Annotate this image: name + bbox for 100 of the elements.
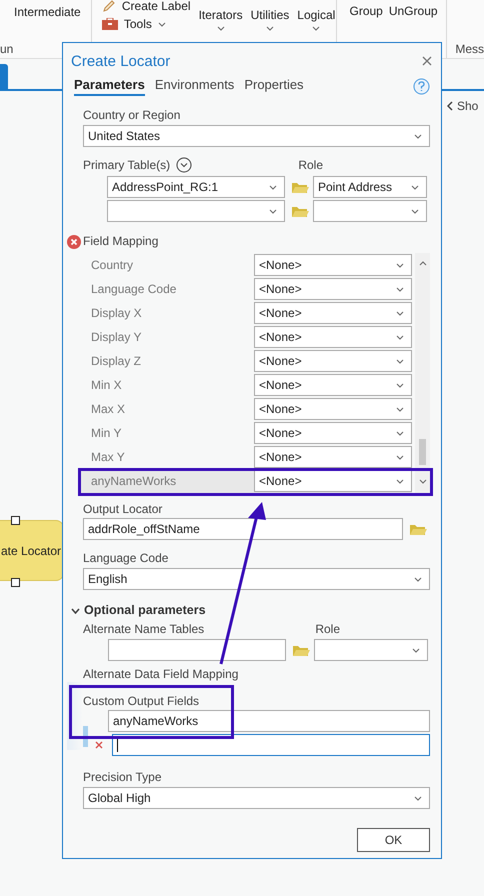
chevron-down-icon[interactable] <box>71 608 80 614</box>
field-select[interactable]: <None> <box>254 326 412 348</box>
chevron-left-icon[interactable] <box>447 101 453 111</box>
chevron-down-icon <box>396 478 404 484</box>
precision-select[interactable]: Global High <box>83 787 430 809</box>
field-select[interactable]: <None> <box>254 350 412 372</box>
output-locator-field[interactable]: addrRole_offStName <box>83 518 403 540</box>
chevron-down-icon <box>418 478 426 484</box>
folder-icon[interactable] <box>291 180 309 194</box>
chevron-down-icon <box>396 286 404 292</box>
table-select[interactable] <box>107 200 285 222</box>
scrollbar-thumb[interactable] <box>419 439 426 465</box>
chevron-down-icon <box>396 382 404 388</box>
pencil-icon <box>102 0 116 13</box>
field-select[interactable]: <None> <box>254 446 412 468</box>
field-select[interactable]: <None> <box>254 278 412 300</box>
chevron-down-icon <box>266 26 274 31</box>
group-label: un <box>0 42 14 58</box>
chevron-down-icon <box>396 358 404 364</box>
field-mapping-row[interactable]: Min X <None> <box>79 373 412 397</box>
folder-icon[interactable] <box>409 522 427 536</box>
field-name: Max X <box>90 402 126 416</box>
ribbon-menu-button[interactable]: Iterators <box>198 2 243 58</box>
field-mapping-row[interactable]: anyNameWorks <None> <box>79 469 412 493</box>
role-select[interactable]: Point Address <box>313 176 427 198</box>
output-field[interactable]: anyNameWorks <box>108 710 430 732</box>
field-name: Display X <box>90 306 142 320</box>
chevron-up-icon[interactable] <box>418 261 426 266</box>
chevron-down-icon <box>269 184 277 190</box>
field-name: Country <box>90 258 134 272</box>
tools-button[interactable]: Tools <box>102 17 191 31</box>
section-label: Optional parameters <box>84 603 206 618</box>
chevron-down-icon <box>411 208 419 214</box>
expand-icon[interactable] <box>176 157 192 173</box>
field-label: Role <box>315 622 340 637</box>
ribbon-menu-button[interactable]: Logical <box>297 2 336 58</box>
field-name: Language Code <box>90 282 176 296</box>
create-label-button[interactable]: Create Label <box>102 0 191 13</box>
chevron-down-icon <box>396 454 404 460</box>
field-select[interactable]: <None> <box>254 374 412 396</box>
field-mapping-row[interactable]: Display Z <None> <box>79 349 412 373</box>
row-marker <box>83 726 88 747</box>
section-label: Field Mapping <box>83 234 158 249</box>
field-name: Min X <box>90 378 122 392</box>
chevron-down-icon <box>158 22 166 26</box>
field-mapping-row[interactable]: Country <None> <box>79 253 412 277</box>
group-label: Mess <box>455 42 484 58</box>
field-label: Role <box>298 158 323 172</box>
ok-button[interactable]: OK <box>357 828 430 852</box>
delete-icon[interactable] <box>95 741 103 749</box>
chevron-down-icon <box>414 576 422 582</box>
show-link[interactable]: Sho <box>457 99 478 113</box>
scrollbar[interactable] <box>415 253 430 493</box>
field-label: Primary Table(s) <box>83 158 170 172</box>
ribbon-menu-button[interactable]: Utilities <box>250 2 290 58</box>
new-output-field[interactable] <box>112 734 430 756</box>
chevron-down-icon <box>396 406 404 412</box>
chevron-down-icon <box>396 310 404 316</box>
field-label: Language Code <box>83 551 170 566</box>
field-label: Country or Region <box>83 108 182 123</box>
field-select[interactable]: <None> <box>254 422 412 444</box>
field-mapping-row[interactable]: Display X <None> <box>79 301 412 325</box>
tab[interactable]: Properties <box>244 77 304 96</box>
language-select[interactable]: English <box>83 568 430 590</box>
help-icon[interactable] <box>413 78 430 95</box>
chevron-down-icon <box>414 796 422 800</box>
field-mapping-row[interactable]: Min Y <None> <box>79 421 412 445</box>
error-icon <box>67 234 81 248</box>
selection-handle[interactable] <box>11 578 20 587</box>
field-mapping-row[interactable]: Max X <None> <box>79 397 412 421</box>
intermediate-button[interactable]: Intermediate <box>0 2 91 19</box>
folder-icon[interactable] <box>291 204 309 218</box>
field-name: Display Z <box>90 354 142 368</box>
process-node[interactable]: ate Locator <box>0 520 64 581</box>
field-mapping-row[interactable]: Display Y <None> <box>79 325 412 349</box>
field-select[interactable]: <None> <box>254 398 412 420</box>
field-label: Output Locator <box>83 502 164 517</box>
field-mapping-row[interactable]: Max Y <None> <box>79 445 412 469</box>
field-label: Precision Type <box>83 770 162 785</box>
table-select[interactable]: AddressPoint_RG:1 <box>107 176 285 198</box>
dialog-title: Create Locator <box>71 52 170 70</box>
role-select[interactable] <box>313 200 427 222</box>
role-select[interactable] <box>314 639 428 661</box>
country-select[interactable]: United States <box>83 125 430 147</box>
chevron-down-icon <box>412 648 420 652</box>
chevron-down-icon <box>269 208 277 214</box>
chevron-down-icon <box>411 184 419 190</box>
field-select[interactable]: <None> <box>254 254 412 276</box>
toolbox-icon <box>102 18 118 30</box>
selection-handle[interactable] <box>11 516 20 525</box>
field-name: anyNameWorks <box>90 474 176 488</box>
field-mapping-row[interactable]: Language Code <None> <box>79 277 412 301</box>
tab[interactable]: Environments <box>154 77 234 96</box>
folder-icon[interactable] <box>292 644 310 656</box>
field-select[interactable]: <None> <box>254 470 412 492</box>
tab[interactable]: Parameters <box>74 77 145 96</box>
close-icon[interactable] <box>422 56 432 66</box>
table-select[interactable] <box>108 639 286 661</box>
field-select[interactable]: <None> <box>254 302 412 324</box>
chevron-down-icon <box>312 26 320 31</box>
